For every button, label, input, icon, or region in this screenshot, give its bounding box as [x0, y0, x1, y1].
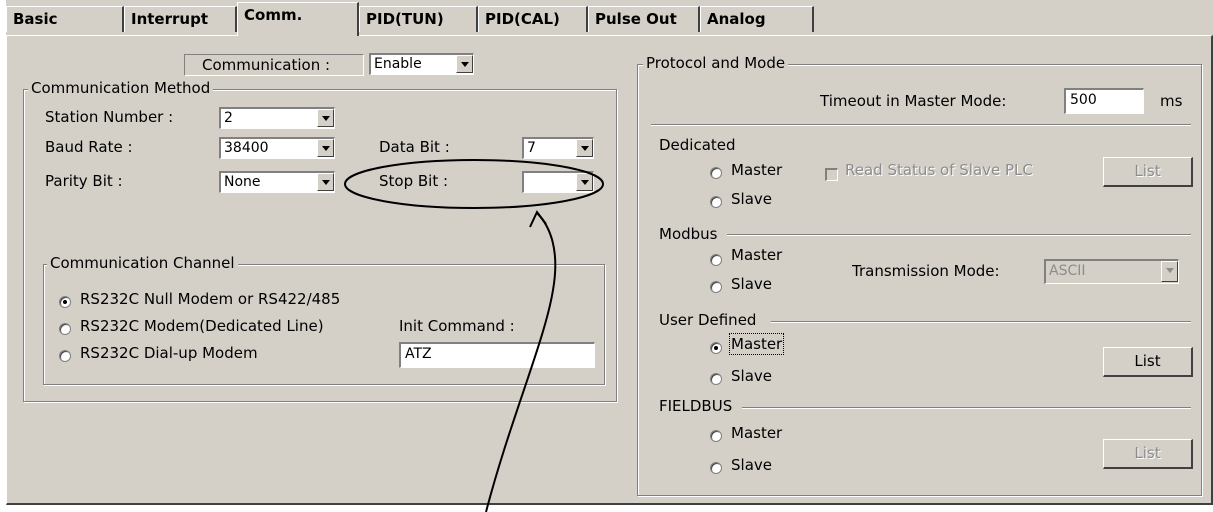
highlight-ellipse	[344, 159, 604, 209]
arrow-head-icon	[529, 210, 547, 228]
annotation-overlay	[344, 159, 604, 512]
annotation-arrow	[485, 212, 557, 512]
tab-comm[interactable]: Comm.	[237, 2, 359, 36]
